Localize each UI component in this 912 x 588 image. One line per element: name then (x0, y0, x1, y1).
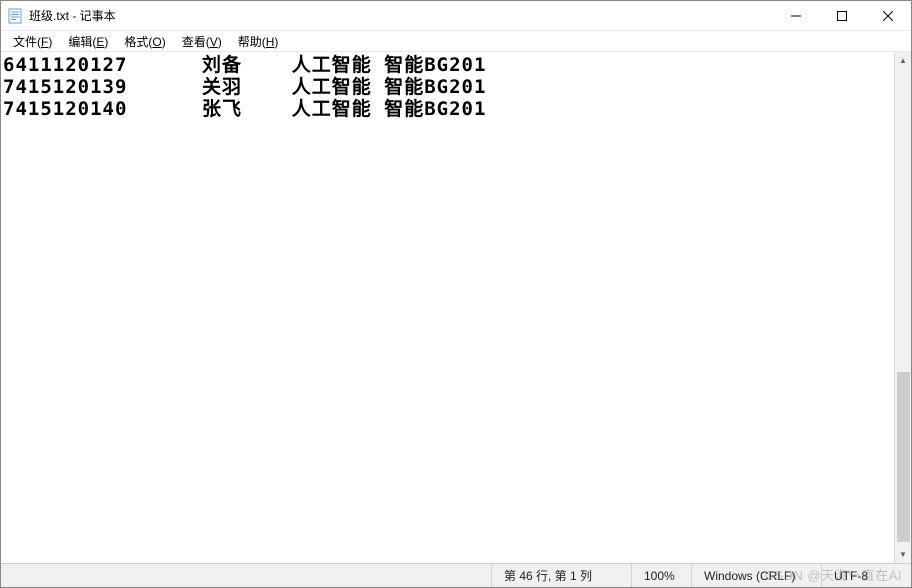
menu-help[interactable]: 帮助(H) (230, 31, 287, 52)
status-lineending: Windows (CRLF) (691, 564, 821, 587)
titlebar: 班级.txt - 记事本 (1, 1, 911, 31)
scroll-down-arrow-icon[interactable]: ▼ (895, 546, 911, 563)
menu-format[interactable]: 格式(O) (116, 31, 173, 52)
maximize-button[interactable] (819, 1, 865, 30)
content-wrapper: 6411120127 刘备 人工智能 智能BG201 7415120139 关羽… (1, 51, 911, 563)
scroll-up-arrow-icon[interactable]: ▲ (895, 52, 911, 69)
menubar: 文件(F) 编辑(E) 格式(O) 查看(V) 帮助(H) (1, 31, 911, 51)
statusbar: 第 46 行, 第 1 列 100% Windows (CRLF) UTF-8 (1, 563, 911, 587)
status-zoom: 100% (631, 564, 691, 587)
status-encoding: UTF-8 (821, 564, 911, 587)
window-controls (773, 1, 911, 30)
close-button[interactable] (865, 1, 911, 30)
notepad-app-icon (7, 8, 23, 24)
scroll-thumb[interactable] (897, 372, 910, 542)
menu-file[interactable]: 文件(F) (5, 31, 60, 52)
menu-edit[interactable]: 编辑(E) (60, 31, 116, 52)
vertical-scrollbar[interactable]: ▲ ▼ (894, 52, 911, 563)
text-editor-area[interactable]: 6411120127 刘备 人工智能 智能BG201 7415120139 关羽… (1, 52, 894, 563)
minimize-button[interactable] (773, 1, 819, 30)
status-position: 第 46 行, 第 1 列 (491, 564, 631, 587)
window-title: 班级.txt - 记事本 (29, 7, 773, 24)
menu-view[interactable]: 查看(V) (174, 31, 230, 52)
